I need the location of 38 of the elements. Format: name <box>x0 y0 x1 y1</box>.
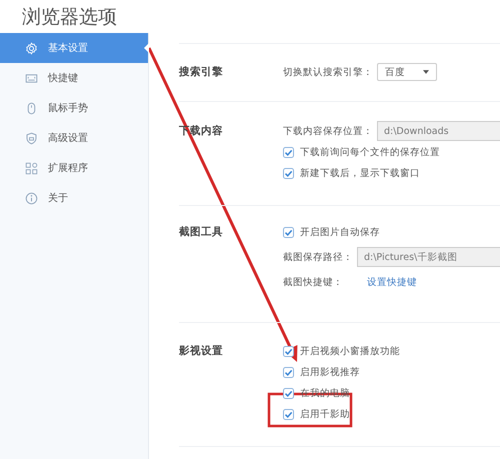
caret-icon <box>423 70 429 74</box>
grid-icon <box>25 162 38 174</box>
sidebar-item[interactable]: 高级设置 <box>0 123 148 153</box>
checkbox[interactable] <box>283 408 294 420</box>
link[interactable]: 设置快捷键 <box>367 276 417 288</box>
shield-icon <box>25 132 38 144</box>
info-icon <box>25 192 38 204</box>
input-field[interactable]: d:\Downloads <box>377 121 500 141</box>
gear-icon <box>25 42 38 54</box>
checkbox[interactable] <box>283 346 294 356</box>
field-label: 下载内容保存位置： <box>283 124 373 138</box>
checkbox-label: 新建下载后，显示下载窗口 <box>300 166 420 180</box>
sidebar-item[interactable]: 鼠标手势 <box>0 93 148 123</box>
checkbox-label: 开启视频小窗播放功能 <box>300 344 400 358</box>
section-title: 影视设置 <box>179 344 224 359</box>
checkbox-label: 启用千影助 <box>300 408 350 420</box>
checkbox-label: 下载前询问每个文件的保存位置 <box>300 146 440 158</box>
dropdown[interactable]: 百度 <box>377 63 437 81</box>
checkbox-label: 开启图片自动保存 <box>300 226 380 238</box>
sidebar-item[interactable]: 扩展程序 <box>0 153 148 183</box>
keyboard-icon <box>25 72 38 84</box>
field-label: 截图保存路径： <box>283 250 353 264</box>
sidebar-item[interactable]: 快捷键 <box>0 63 148 93</box>
checkbox[interactable] <box>283 146 294 158</box>
field-label: 切换默认搜索引擎： <box>283 66 373 78</box>
field-label: 截图快捷键： <box>283 276 343 288</box>
checkbox-label: 启用影视推荐 <box>300 366 360 378</box>
window-title: 浏览器选项 <box>22 4 117 30</box>
checkbox[interactable] <box>283 168 294 178</box>
section-title: 搜索引擎 <box>179 65 224 80</box>
section-title: 截图工具 <box>179 225 224 240</box>
checkbox[interactable] <box>283 366 294 378</box>
checkbox[interactable] <box>283 226 294 238</box>
checkbox[interactable] <box>283 388 294 398</box>
checkbox-label: 在我的电脑 <box>300 386 350 400</box>
mouse-icon <box>25 102 38 114</box>
sidebar-item[interactable]: 关于 <box>0 183 148 213</box>
input-field[interactable]: d:\Pictures\千影截图 <box>357 247 500 267</box>
